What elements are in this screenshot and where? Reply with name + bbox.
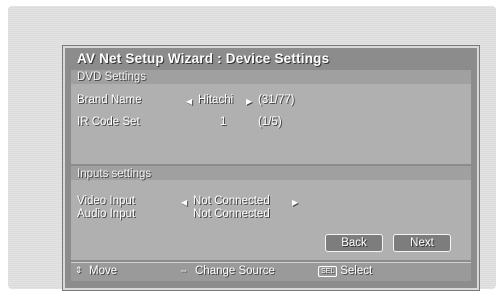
audio-input-label: Audio Input	[77, 208, 136, 220]
ir-code-set-value[interactable]: 1	[220, 116, 226, 128]
back-button[interactable]: Back	[325, 234, 383, 252]
right-arrow-icon[interactable]: ▶	[292, 198, 298, 207]
left-arrow-icon[interactable]: ◀	[186, 97, 192, 106]
ir-code-count: (1/5)	[258, 116, 282, 128]
brand-name-value[interactable]: Hitachi	[198, 94, 233, 106]
video-input-label: Video Input	[77, 195, 135, 207]
setup-wizard-dialog: AV Net Setup Wizard : Device Settings DV…	[63, 46, 479, 290]
audio-input-value: Not Connected	[193, 208, 270, 220]
up-down-arrow-icon: ⇕	[75, 265, 83, 275]
video-input-value[interactable]: Not Connected	[193, 195, 270, 207]
tv-screen: AV Net Setup Wizard : Device Settings DV…	[8, 6, 496, 290]
select-hint-label: Select	[340, 265, 373, 277]
right-arrow-icon[interactable]: ▶	[246, 97, 252, 106]
brand-count: (31/77)	[258, 94, 295, 106]
footer-bar: ⇕ Move ⇔ Change Source SEL Select	[71, 262, 471, 281]
next-button[interactable]: Next	[393, 234, 451, 252]
sel-key-icon: SEL	[318, 266, 338, 277]
dvd-settings-header: DVD Settings	[77, 71, 147, 83]
inputs-settings-header: Inputs settings	[77, 168, 152, 180]
change-source-hint: Change Source	[195, 265, 275, 277]
move-hint: Move	[89, 265, 118, 277]
wizard-title: AV Net Setup Wizard : Device Settings	[77, 51, 330, 66]
ir-code-set-label: IR Code Set	[77, 116, 140, 128]
left-right-arrow-icon: ⇔	[179, 265, 188, 275]
select-hint: SEL Select	[318, 265, 372, 277]
left-arrow-icon[interactable]: ◀	[181, 198, 187, 207]
brand-name-label: Brand Name	[77, 94, 142, 106]
